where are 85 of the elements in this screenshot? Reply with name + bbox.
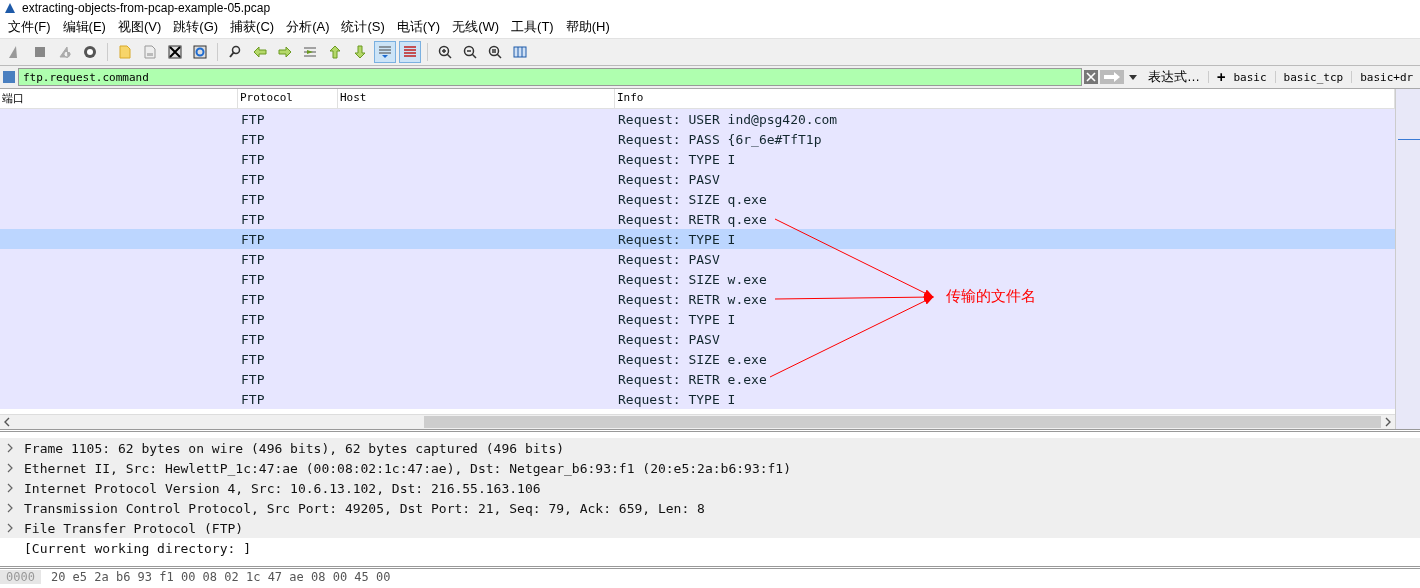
info-cell-text: Request: TYPE I xyxy=(617,391,736,407)
menu-item[interactable]: 工具(T) xyxy=(505,16,560,38)
info-cell-text: Request: USER ind@psg420.com xyxy=(617,111,838,127)
forward-icon xyxy=(277,44,293,60)
protocol-cell-text: FTP xyxy=(240,251,266,267)
packet-row[interactable]: FTP Request: TYPE I xyxy=(0,309,1395,329)
info-cell-text: Request: PASS {6r_6e#TfT1p xyxy=(617,131,822,147)
protocol-cell-text: FTP xyxy=(240,231,266,247)
protocol-cell-text: FTP xyxy=(240,271,266,287)
packet-row[interactable]: FTP Request: PASV xyxy=(0,169,1395,189)
protocol-cell-text: FTP xyxy=(240,111,266,127)
filter-button[interactable]: basic_tcp xyxy=(1283,70,1344,84)
protocol-cell-text: FTP xyxy=(240,191,266,207)
protocol-cell-text: FTP xyxy=(240,331,266,347)
packet-row[interactable]: FTP Request: TYPE I xyxy=(0,149,1395,169)
protocol-cell-text: FTP xyxy=(240,171,266,187)
protocol-cell-text: FTP xyxy=(240,211,266,227)
menu-item[interactable]: 文件(F) xyxy=(2,16,57,38)
protocol-cell-text: FTP xyxy=(240,311,266,327)
packet-row[interactable]: FTP Request: TYPE I xyxy=(0,229,1395,249)
vertical-scrollbar[interactable] xyxy=(1395,89,1420,429)
protocol-cell-text: FTP xyxy=(240,371,266,387)
packet-row[interactable]: FTP Request: USER ind@psg420.com xyxy=(0,109,1395,129)
menu-item[interactable]: 帮助(H) xyxy=(559,16,616,38)
packet-row[interactable]: FTP Request: RETR q.exe xyxy=(0,209,1395,229)
window-title: extracting-objects-from-pcap-example-05.pcap xyxy=(22,1,271,15)
menu-item[interactable]: 视图(V) xyxy=(111,16,168,38)
column-header[interactable]: Protocol xyxy=(238,89,338,108)
packet-row[interactable]: FTP Request: PASS {6r_6e#TfT1p xyxy=(0,129,1395,149)
protocol-cell-text: FTP xyxy=(240,131,266,147)
autoscroll-tool-button[interactable] xyxy=(374,41,396,63)
protocol-tree-item[interactable]: File Transfer Protocol (FTP) xyxy=(24,520,244,536)
info-cell-text: Request: SIZE w.exe xyxy=(617,271,767,287)
display-filter-field[interactable]: ftp.request.command xyxy=(18,68,1082,86)
info-cell-text: Request: TYPE I xyxy=(617,231,736,247)
packet-row[interactable]: FTP Request: PASV xyxy=(0,249,1395,269)
info-cell-text: Request: TYPE I xyxy=(617,151,736,167)
menu-item[interactable]: 跳转(G) xyxy=(167,16,225,38)
info-cell-text: Request: SIZE e.exe xyxy=(617,351,767,367)
info-cell-text: Request: TYPE I xyxy=(617,311,736,327)
protocol-cell-text: FTP xyxy=(240,351,266,367)
packet-row[interactable]: FTP Request: RETR e.exe xyxy=(0,369,1395,389)
menu-item[interactable]: 统计(S) xyxy=(335,16,391,38)
filter-button[interactable]: basic+dr xyxy=(1360,70,1414,84)
packet-row[interactable]: FTP Request: SIZE w.exe xyxy=(0,269,1395,289)
menu-item[interactable]: 无线(W) xyxy=(446,16,506,38)
colorize-tool-button[interactable] xyxy=(399,41,421,63)
find-icon xyxy=(227,44,243,60)
scroll-right-icon[interactable] xyxy=(1384,417,1392,427)
info-cell-text: Request: PASV xyxy=(617,171,720,187)
menu-item[interactable]: 捕获(C) xyxy=(224,16,281,38)
annotation-label: 传输的文件名 xyxy=(946,287,1036,306)
file-icon xyxy=(142,44,158,60)
close-icon xyxy=(167,44,183,60)
packet-row[interactable]: FTP Request: SIZE e.exe xyxy=(0,349,1395,369)
tree-detail-text: [Current working directory: ] xyxy=(24,540,251,556)
menu-item[interactable]: 编辑(E) xyxy=(56,16,112,38)
horizontal-scrollbar[interactable] xyxy=(0,414,1395,429)
info-cell-text: Request: RETR e.exe xyxy=(617,371,767,387)
protocol-cell-text: FTP xyxy=(240,391,266,407)
stop-icon xyxy=(32,44,48,60)
column-header[interactable]: 端口 xyxy=(0,89,238,108)
info-cell-text: Request: RETR q.exe xyxy=(617,211,767,227)
back-icon xyxy=(252,44,268,60)
column-header[interactable]: Host xyxy=(338,89,615,108)
expression-button[interactable]: 表达式… xyxy=(1148,68,1200,86)
info-cell-text: Request: PASV xyxy=(617,251,720,267)
zoomout-icon xyxy=(462,44,478,60)
packet-row[interactable]: FTP Request: TYPE I xyxy=(0,389,1395,409)
protocol-cell-text: FTP xyxy=(240,151,266,167)
protocol-cell-text: FTP xyxy=(240,291,266,307)
info-cell-text: Request: SIZE q.exe xyxy=(617,191,767,207)
info-cell-text: Request: RETR w.exe xyxy=(617,291,767,307)
info-cell-text: Request: PASV xyxy=(617,331,720,347)
menu-item[interactable]: 电话(Y) xyxy=(390,16,447,38)
clear-icon[interactable] xyxy=(1084,70,1098,84)
zoomin-icon xyxy=(437,44,453,60)
packet-row[interactable]: FTP Request: SIZE q.exe xyxy=(0,189,1395,209)
hex-offset: 0000 xyxy=(0,570,41,584)
packet-row[interactable]: FTP Request: PASV xyxy=(0,329,1395,349)
menu-item[interactable]: 分析(A) xyxy=(280,16,336,38)
add-filter-button[interactable]: + xyxy=(1217,69,1226,85)
scroll-left-icon[interactable] xyxy=(3,417,11,427)
filter-button[interactable]: basic xyxy=(1233,70,1267,84)
hex-bytes: 20 e5 2a b6 93 f1 00 08 02 1c 47 ae 08 00 45 00 xyxy=(50,570,391,584)
